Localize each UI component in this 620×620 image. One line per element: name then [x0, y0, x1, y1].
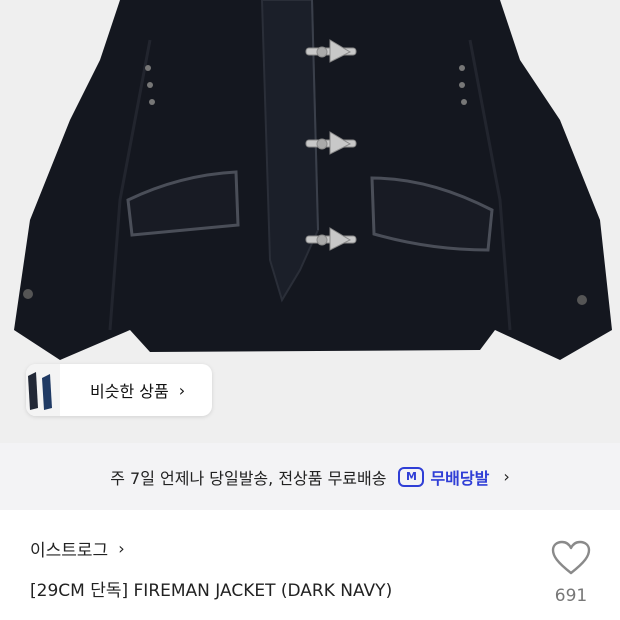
product-title: [29CM 단독] FIREMAN JACKET (DARK NAVY) [30, 581, 393, 601]
chevron-right-icon: › [503, 467, 510, 486]
chevron-right-icon: › [178, 380, 186, 400]
delivery-truck-icon: M [398, 466, 425, 487]
similar-thumbnail-image [26, 364, 60, 416]
similar-product-thumbnail [26, 364, 60, 416]
similar-products-label: 비슷한 상품 [90, 382, 169, 401]
delivery-banner[interactable]: 주 7일 언제나 당일발송, 전상품 무료배송 M 무배당발 › [0, 443, 620, 510]
heart-outline-icon [551, 540, 591, 575]
like-count: 691 [554, 586, 588, 606]
free-delivery-badge: M 무배당발 [398, 465, 489, 489]
similar-products-button[interactable]: 비슷한 상품 › [26, 364, 212, 416]
brand-link[interactable]: 이스트로그 › [30, 536, 125, 561]
chevron-right-icon: › [118, 539, 125, 558]
delivery-text: 주 7일 언제나 당일발송, 전상품 무료배송 [110, 468, 387, 488]
badge-label: 무배당발 [430, 468, 490, 488]
brand-name: 이스트로그 [30, 541, 109, 561]
like-button[interactable]: 691 [548, 540, 594, 614]
